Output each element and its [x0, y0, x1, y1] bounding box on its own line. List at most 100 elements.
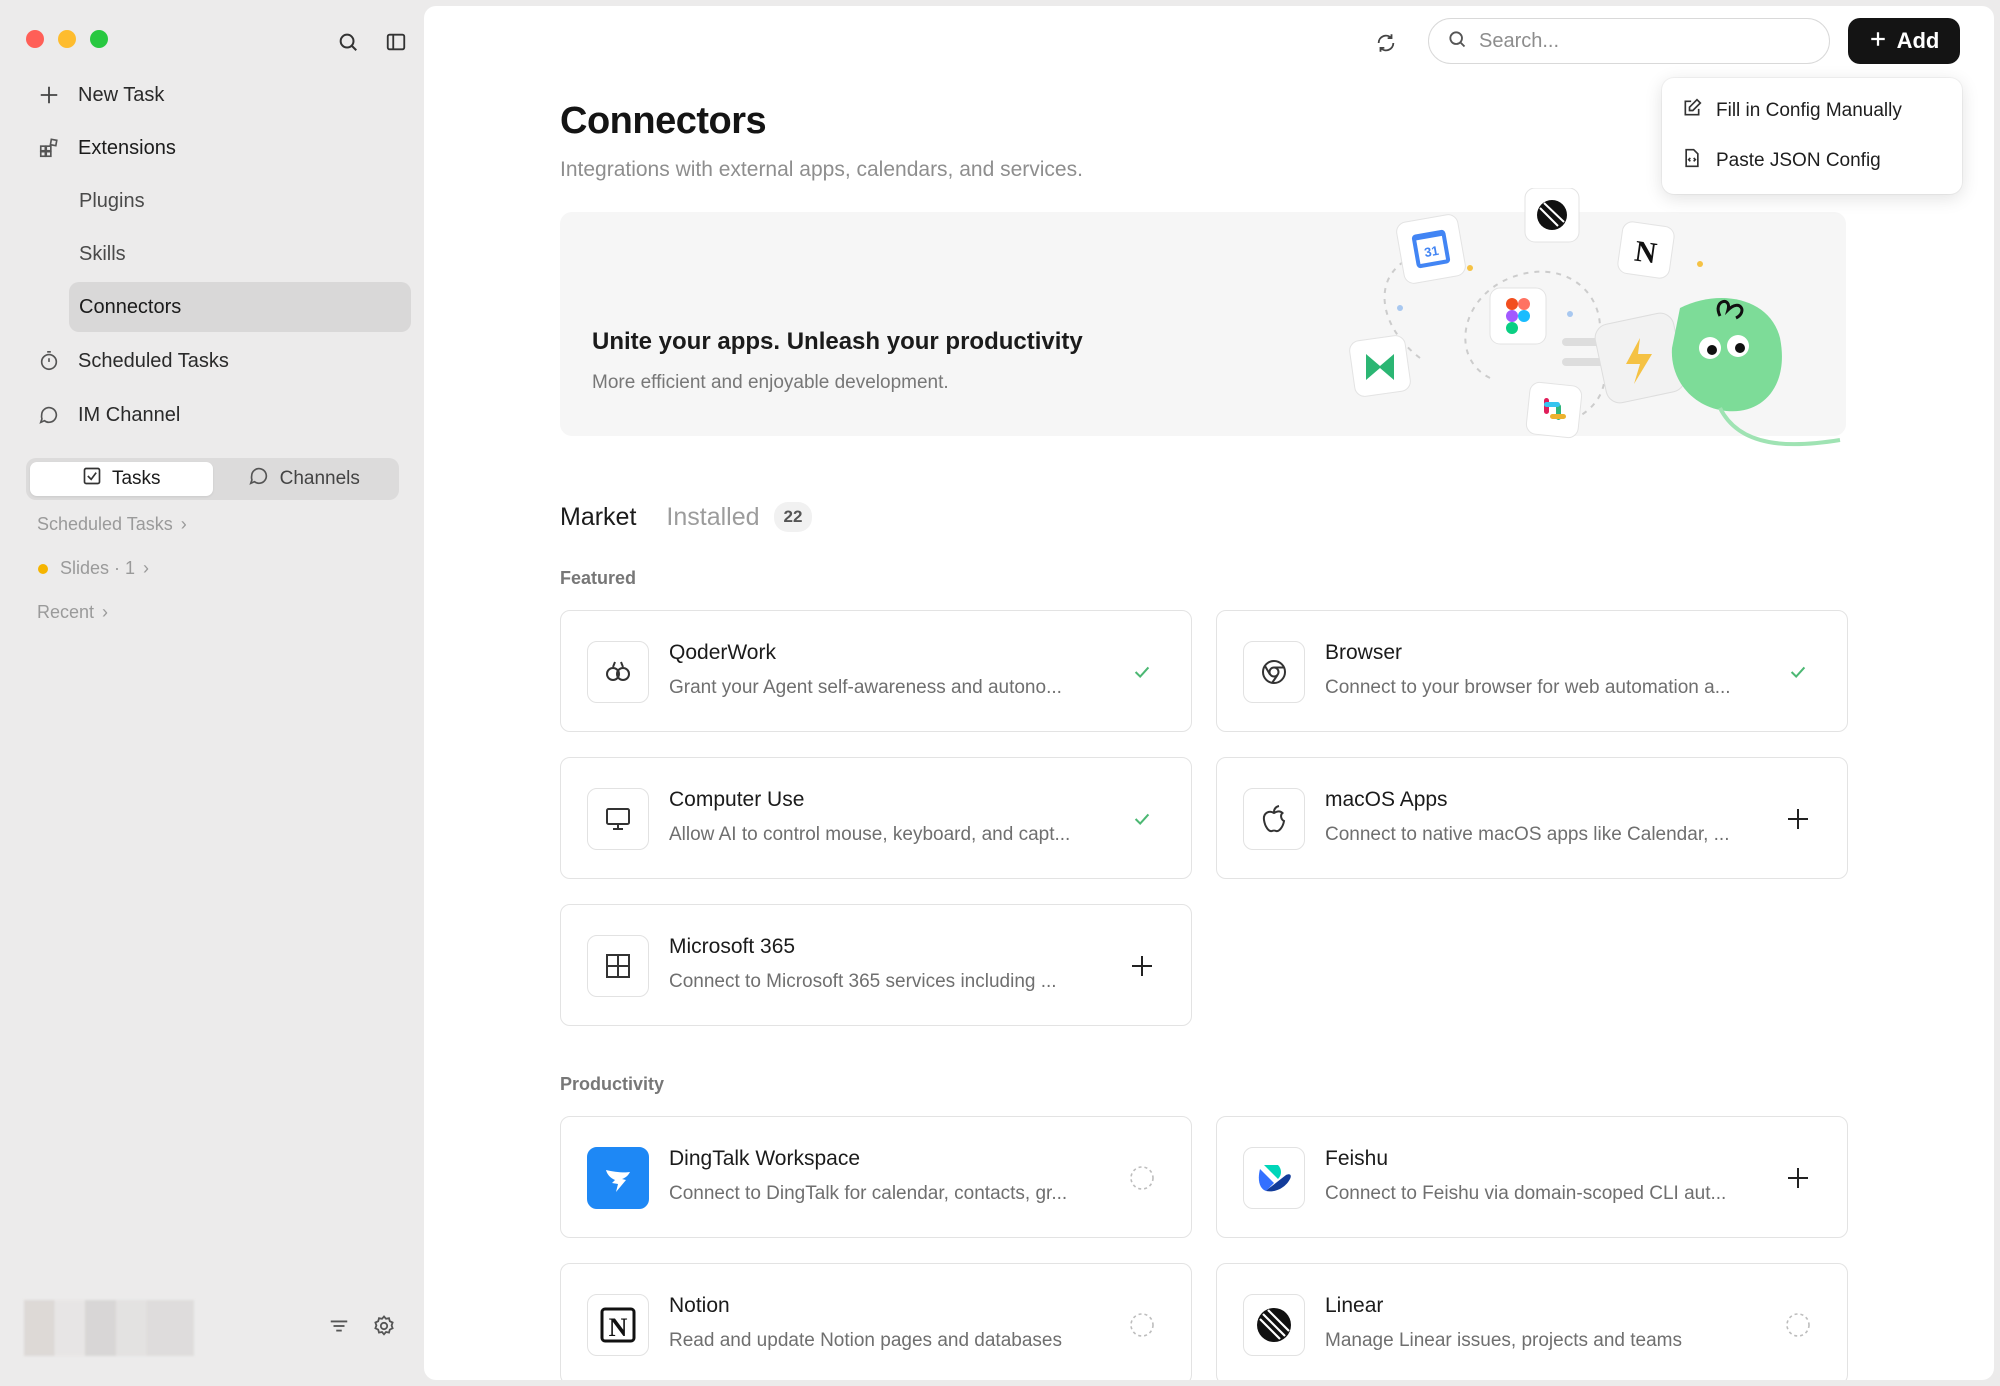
close-window-button[interactable] — [26, 30, 44, 48]
sidebar: New Task Extensions Plugins Skills Conne… — [0, 0, 424, 1386]
pending-status-icon — [1127, 1163, 1157, 1193]
plus-icon — [1869, 28, 1887, 54]
check-icon — [1127, 657, 1157, 687]
add-connector-button[interactable] — [1783, 1163, 1813, 1193]
connector-description: Connect to your browser for web automati… — [1325, 677, 1731, 698]
sidebar-item-extensions[interactable]: Extensions — [30, 123, 410, 173]
apple-icon — [1243, 788, 1305, 850]
pending-status-icon — [1127, 1310, 1157, 1340]
paste-json-config-label: Paste JSON Config — [1716, 150, 1881, 171]
tab-installed[interactable]: Installed — [666, 503, 759, 532]
slides-link-label: Slides · 1 — [60, 558, 136, 578]
json-file-icon — [1682, 148, 1702, 174]
pending-status-icon — [1783, 1310, 1813, 1340]
tasks-tab[interactable]: Tasks — [30, 462, 213, 496]
add-button-label: Add — [1896, 28, 1940, 53]
app-window: New Task Extensions Plugins Skills Conne… — [0, 0, 2000, 1386]
new-task-label: New Task — [78, 83, 165, 106]
market-tabs: Market Installed 22 — [560, 502, 813, 532]
search-input[interactable] — [1479, 29, 1799, 53]
chat-bubble-icon — [248, 465, 270, 493]
sidebar-toggle-icon[interactable] — [382, 28, 410, 56]
add-button[interactable]: Add — [1848, 18, 1960, 64]
connector-name: macOS Apps — [1325, 788, 1448, 811]
im-channel-label: IM Channel — [78, 403, 181, 426]
channels-tab[interactable]: Channels — [213, 462, 396, 496]
connector-description: Connect to Microsoft 365 services includ… — [669, 971, 1057, 992]
sidebar-item-im-channel[interactable]: IM Channel — [30, 390, 410, 440]
add-connector-button[interactable] — [1127, 951, 1157, 981]
connector-description: Allow AI to control mouse, keyboard, and… — [669, 824, 1071, 845]
add-connector-button[interactable] — [1783, 804, 1813, 834]
plus-icon — [30, 84, 70, 106]
recent-link[interactable]: Recent › — [37, 602, 108, 623]
timer-icon — [30, 350, 70, 372]
chevron-right-icon: › — [143, 558, 150, 578]
productivity-section-label: Productivity — [560, 1074, 665, 1094]
connector-description: Manage Linear issues, projects and teams — [1325, 1330, 1682, 1351]
window-controls — [26, 30, 108, 48]
scheduled-tasks-link-label: Scheduled Tasks — [37, 514, 173, 534]
feishu-icon — [1243, 1147, 1305, 1209]
gear-icon[interactable] — [372, 1314, 396, 1343]
page-title: Connectors — [560, 100, 767, 142]
chat-bubble-icon — [30, 404, 70, 426]
sidebar-item-skills[interactable]: Skills — [69, 229, 411, 279]
connector-name: Browser — [1325, 641, 1403, 664]
plug-mascot-icon — [1562, 298, 1841, 447]
avatar[interactable] — [24, 1300, 194, 1356]
search-icon — [1447, 29, 1467, 54]
connector-card-macos-apps[interactable]: macOS Apps Connect to native macOS apps … — [1216, 757, 1848, 879]
notion-icon: N — [587, 1294, 649, 1356]
refresh-icon[interactable] — [1371, 28, 1401, 58]
connector-card-microsoft-365[interactable]: Microsoft 365 Connect to Microsoft 365 s… — [560, 904, 1192, 1026]
svg-text:31: 31 — [1423, 243, 1440, 260]
connector-card-dingtalk[interactable]: DingTalk Workspace Connect to DingTalk f… — [560, 1116, 1192, 1238]
notion-icon: N — [1617, 221, 1675, 279]
sidebar-item-plugins[interactable]: Plugins — [69, 176, 411, 226]
google-calendar-icon: 31 — [1396, 214, 1466, 284]
search-icon[interactable] — [334, 28, 362, 56]
check-icon — [1783, 657, 1813, 687]
slides-link[interactable]: Slides · 1 › — [38, 558, 149, 579]
connector-card-notion[interactable]: N Notion Read and update Notion pages an… — [560, 1263, 1192, 1380]
connector-description: Connect to native macOS apps like Calend… — [1325, 824, 1730, 845]
connector-name: Notion — [669, 1294, 730, 1317]
connector-card-browser[interactable]: Browser Connect to your browser for web … — [1216, 610, 1848, 732]
search-field[interactable] — [1428, 18, 1830, 64]
tab-market[interactable]: Market — [560, 503, 636, 532]
multi-icon — [1349, 335, 1411, 397]
fill-config-manually-label: Fill in Config Manually — [1716, 100, 1902, 121]
sidebar-footer — [24, 1300, 404, 1356]
connector-card-feishu[interactable]: Feishu Connect to Feishu via domain-scop… — [1216, 1116, 1848, 1238]
fill-config-manually-item[interactable]: Fill in Config Manually — [1662, 86, 1962, 136]
connector-name: Microsoft 365 — [669, 935, 796, 958]
connector-card-linear[interactable]: Linear Manage Linear issues, projects an… — [1216, 1263, 1848, 1380]
connector-name: DingTalk Workspace — [669, 1147, 861, 1170]
chrome-icon — [1243, 641, 1305, 703]
extensions-icon — [30, 137, 70, 159]
tasks-tab-label: Tasks — [111, 468, 161, 489]
extensions-label: Extensions — [78, 136, 176, 159]
featured-section-label: Featured — [560, 568, 637, 588]
sidebar-item-connectors[interactable]: Connectors — [69, 282, 411, 332]
recent-link-label: Recent — [37, 602, 95, 622]
new-task-button[interactable]: New Task — [30, 70, 410, 120]
zoom-window-button[interactable] — [90, 30, 108, 48]
sidebar-item-scheduled-tasks[interactable]: Scheduled Tasks — [30, 336, 410, 386]
scheduled-tasks-link[interactable]: Scheduled Tasks › — [37, 514, 187, 535]
slack-icon — [1525, 381, 1583, 439]
minimize-window-button[interactable] — [58, 30, 76, 48]
channels-tab-label: Channels — [279, 468, 360, 489]
paste-json-config-item[interactable]: Paste JSON Config — [1662, 136, 1962, 186]
connector-card-computer-use[interactable]: Computer Use Allow AI to control mouse, … — [560, 757, 1192, 879]
tasks-channels-toggle: Tasks Channels — [26, 458, 399, 500]
connector-card-qoderwork[interactable]: QoderWork Grant your Agent self-awarenes… — [560, 610, 1192, 732]
monitor-icon — [587, 788, 649, 850]
connector-name: Computer Use — [669, 788, 805, 811]
scheduled-tasks-label: Scheduled Tasks — [78, 349, 229, 372]
filter-icon[interactable] — [328, 1315, 350, 1342]
microsoft-icon — [587, 935, 649, 997]
connector-description: Connect to Feishu via domain-scoped CLI … — [1325, 1183, 1727, 1204]
banner-subtitle: More efficient and enjoyable development… — [592, 372, 949, 393]
